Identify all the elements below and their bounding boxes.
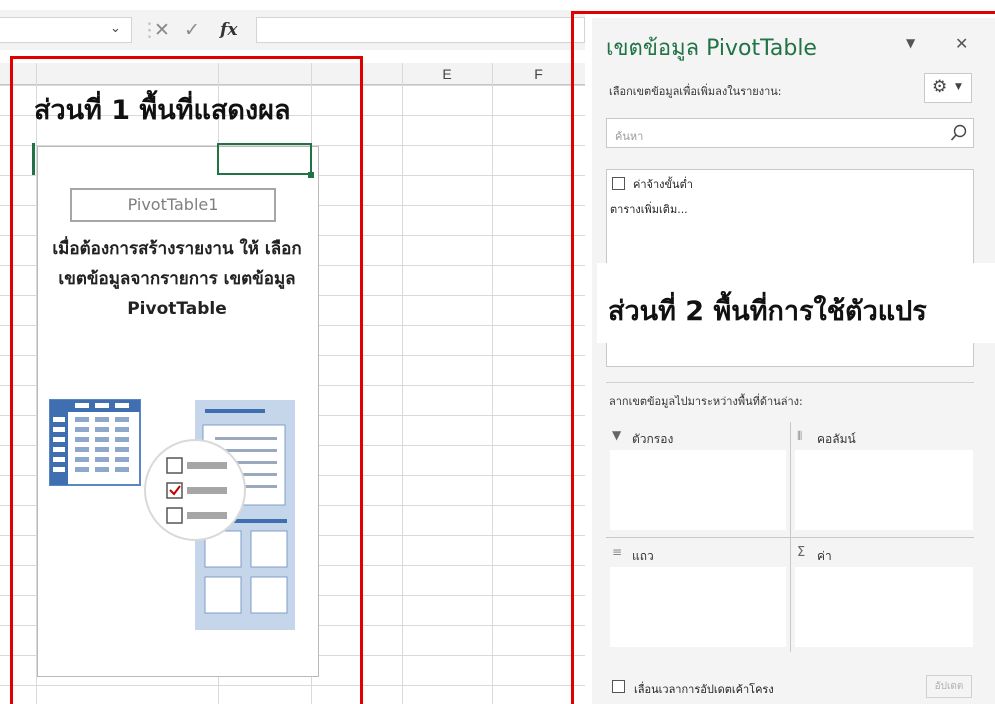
callout-frame-display-area [10,56,363,704]
formula-bar-icons: ⋮ ✕ ✓ fx [140,17,252,43]
column-divider [402,63,403,704]
callout-frame-variable-area [571,11,995,704]
chevron-down-icon[interactable]: ⌄ [110,21,121,36]
callout-display-area: ส่วนที่ 1 พื้นที่แสดงผล [34,95,291,126]
formula-input[interactable] [256,17,585,43]
name-box[interactable]: ⌄ [0,17,132,43]
cancel-icon[interactable]: ✕ [154,17,170,43]
column-divider [492,63,493,704]
column-header-e[interactable]: E [402,63,492,85]
function-icon[interactable]: fx [220,17,237,43]
enter-icon[interactable]: ✓ [184,17,200,43]
